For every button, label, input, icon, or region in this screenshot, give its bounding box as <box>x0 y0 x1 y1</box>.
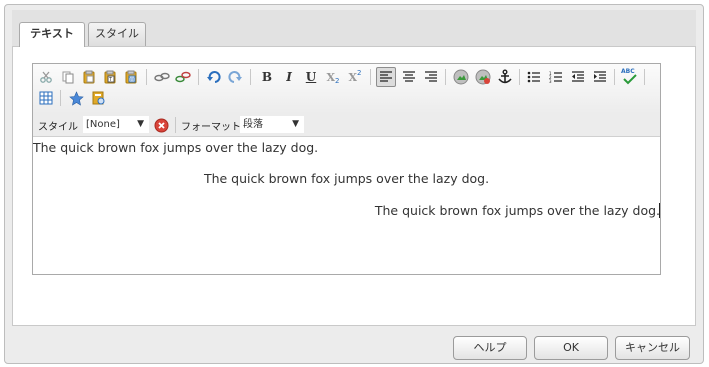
toolbar-separator <box>146 69 147 85</box>
link-icon[interactable] <box>153 68 171 86</box>
bullet-list-icon[interactable] <box>525 68 543 86</box>
subscript-two: 2 <box>335 77 340 85</box>
svg-text:3: 3 <box>549 79 552 83</box>
remove-style-icon[interactable] <box>152 116 170 134</box>
superscript-two: 2 <box>357 69 362 77</box>
anchor-icon[interactable] <box>496 68 514 86</box>
help-button[interactable]: ヘルプ <box>453 336 527 360</box>
toolbar-separator <box>644 69 645 85</box>
align-right-icon[interactable] <box>422 68 440 86</box>
subscript-button[interactable]: X2 <box>324 68 342 86</box>
cancel-button[interactable]: キャンセル <box>615 336 690 360</box>
cut-icon[interactable] <box>37 68 55 86</box>
editor-content[interactable]: The quick brown fox jumps over the lazy … <box>33 137 660 274</box>
bold-button[interactable]: B <box>258 68 276 86</box>
copy-icon[interactable] <box>59 68 77 86</box>
superscript-label: X <box>348 70 358 84</box>
toolbar-separator <box>445 69 446 85</box>
table-icon[interactable] <box>37 89 55 107</box>
tab-bar: テキスト スタイル <box>12 10 696 47</box>
format-label: フォーマット <box>181 122 241 133</box>
align-center-icon[interactable] <box>400 68 418 86</box>
insert-image-icon[interactable] <box>452 68 470 86</box>
paste-word-icon[interactable]: W <box>122 68 140 86</box>
align-left-icon[interactable] <box>376 67 396 87</box>
paragraph-center: The quick brown fox jumps over the lazy … <box>203 171 490 186</box>
find-replace-icon[interactable] <box>89 89 107 107</box>
toolbar-separator <box>60 90 61 106</box>
subscript-label: X <box>326 70 336 84</box>
text-panel: T W B I U X 2 X 2 1 2 3 ABC スタイル [None] … <box>12 46 696 326</box>
editor-toolbar: T W B I U X 2 X 2 1 2 3 ABC <box>33 64 660 115</box>
format-select[interactable]: 段落 ▼ <box>240 116 304 133</box>
numbered-list-icon[interactable]: 123 <box>547 68 565 86</box>
paragraph-left: The quick brown fox jumps over the lazy … <box>33 140 319 155</box>
toolbar-separator <box>519 69 520 85</box>
style-label: スタイル <box>38 122 78 133</box>
style-select-value: [None] <box>86 119 120 130</box>
paste-text-icon[interactable]: T <box>101 68 119 86</box>
spellcheck-icon[interactable]: ABC <box>620 68 640 86</box>
ok-button[interactable]: OK <box>534 336 608 360</box>
redo-icon[interactable] <box>226 68 244 86</box>
underline-button[interactable]: U <box>302 68 320 86</box>
toolbar-separator <box>614 69 615 85</box>
tab-style[interactable]: スタイル <box>88 22 146 46</box>
style-select[interactable]: [None] ▼ <box>83 116 149 133</box>
dialog: テキスト スタイル T W B I U X 2 X 2 1 2 3 ABC スタ… <box>4 4 704 364</box>
rich-text-editor: T W B I U X 2 X 2 1 2 3 ABC スタイル [None] … <box>32 63 661 275</box>
paragraph-right: The quick brown fox jumps over the lazy … <box>374 203 660 218</box>
spellcheck-label: ABC <box>621 68 635 75</box>
svg-text:W: W <box>130 77 135 83</box>
chevron-down-icon: ▼ <box>292 119 299 129</box>
toolbar-separator <box>370 69 371 85</box>
undo-icon[interactable] <box>205 68 223 86</box>
indent-icon[interactable] <box>591 68 609 86</box>
text-caret <box>659 203 660 218</box>
tab-text[interactable]: テキスト <box>19 22 85 47</box>
toolbar-separator <box>175 117 176 133</box>
toolbar-separator <box>198 69 199 85</box>
unlink-icon[interactable] <box>174 68 192 86</box>
remove-image-icon[interactable] <box>474 68 492 86</box>
outdent-icon[interactable] <box>569 68 587 86</box>
italic-button[interactable]: I <box>280 68 298 86</box>
chevron-down-icon: ▼ <box>137 119 144 129</box>
format-bar: スタイル [None] ▼ フォーマット 段落 ▼ <box>33 114 660 137</box>
special-char-icon[interactable] <box>67 89 85 107</box>
toolbar-separator <box>250 69 251 85</box>
superscript-button[interactable]: X2 <box>346 68 364 86</box>
format-select-value: 段落 <box>243 119 263 130</box>
paste-icon[interactable] <box>80 68 98 86</box>
